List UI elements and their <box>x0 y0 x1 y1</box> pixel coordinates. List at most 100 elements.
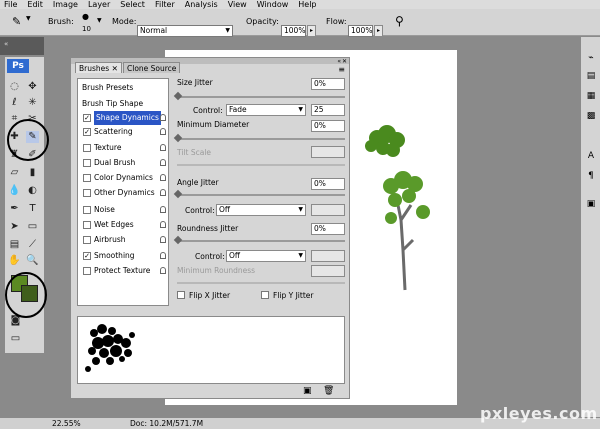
control-select-2-value: Off <box>219 205 231 214</box>
list-item-texture[interactable]: Texture <box>78 141 168 155</box>
minimum-diameter-field[interactable]: 0% <box>311 120 345 132</box>
paragraph-icon[interactable]: ¶ <box>584 169 598 183</box>
roundness-jitter-slider[interactable] <box>177 240 345 242</box>
angle-jitter-value: 0% <box>314 179 326 188</box>
list-item-brush-presets[interactable]: Brush Presets <box>78 81 168 95</box>
checkbox-icon[interactable] <box>83 206 91 214</box>
roundness-jitter-thumb[interactable] <box>173 235 183 245</box>
size-jitter-label: Size Jitter <box>177 78 213 87</box>
list-item-wet-edges[interactable]: Wet Edges <box>78 218 168 232</box>
checkbox-checked-icon[interactable]: ✓ <box>83 128 91 136</box>
list-item-label: Airbrush <box>94 235 126 244</box>
checkbox-icon[interactable] <box>83 174 91 182</box>
lock-icon[interactable] <box>160 252 166 259</box>
list-item-label: Color Dynamics <box>94 173 153 182</box>
size-jitter-value: 0% <box>314 79 326 88</box>
control-select-1-value: Fade <box>229 105 247 114</box>
checkbox-icon[interactable] <box>83 267 91 275</box>
dock-icon-2[interactable]: ▤ <box>584 69 598 83</box>
dock-icon-3[interactable]: ▦ <box>584 89 598 103</box>
roundness-jitter-field[interactable]: 0% <box>311 223 345 235</box>
minimum-roundness-field <box>311 265 345 277</box>
list-item-noise[interactable]: Noise <box>78 203 168 217</box>
tab-brushes-label: Brushes <box>79 64 110 73</box>
flip-x-checkbox[interactable] <box>177 291 185 299</box>
checkbox-icon[interactable] <box>83 189 91 197</box>
list-item-label: Wet Edges <box>94 220 134 229</box>
checkbox-icon[interactable] <box>83 159 91 167</box>
size-jitter-field[interactable]: 0% <box>311 78 345 90</box>
tab-brushes[interactable]: Brushes ✕ <box>75 62 122 73</box>
list-item-label: Scattering <box>94 127 133 136</box>
control-label-3: Control: <box>195 252 225 261</box>
lock-icon[interactable] <box>160 114 166 121</box>
list-item-scattering[interactable]: ✓ Scattering <box>78 125 168 139</box>
list-item-brush-tip-shape[interactable]: Brush Tip Shape <box>78 97 168 111</box>
list-item-label: Brush Presets <box>82 83 134 92</box>
brush-options-list: Brush Presets Brush Tip Shape ✓ Shape Dyn… <box>77 78 169 306</box>
list-item-airbrush[interactable]: Airbrush <box>78 233 168 247</box>
character-icon[interactable]: A <box>584 149 598 163</box>
list-item-label: Protect Texture <box>94 266 151 275</box>
trash-icon[interactable]: 🗑 <box>323 386 334 396</box>
minimum-diameter-thumb[interactable] <box>173 133 183 143</box>
tab-clone-source[interactable]: Clone Source <box>123 62 181 73</box>
control-2-field <box>311 204 345 216</box>
lock-icon[interactable] <box>160 159 166 166</box>
doc-size: Doc: 10.2M/571.7M <box>130 419 204 428</box>
lock-icon[interactable] <box>160 128 166 135</box>
tab-close-icon[interactable]: ✕ <box>112 64 118 73</box>
lock-icon[interactable] <box>160 174 166 181</box>
roundness-jitter-value: 0% <box>314 224 326 233</box>
angle-jitter-field[interactable]: 0% <box>311 178 345 190</box>
size-jitter-thumb[interactable] <box>173 91 183 101</box>
list-item-shape-dynamics[interactable]: ✓ Shape Dynamics <box>78 111 168 125</box>
new-preset-icon[interactable]: ▣ <box>303 386 312 396</box>
checkbox-checked-icon[interactable]: ✓ <box>83 114 91 122</box>
size-jitter-slider[interactable] <box>177 96 345 98</box>
tab-clone-source-label: Clone Source <box>127 64 177 73</box>
checkbox-icon[interactable] <box>83 144 91 152</box>
list-item-dual-brush[interactable]: Dual Brush <box>78 156 168 170</box>
checkbox-icon[interactable] <box>83 236 91 244</box>
control-select-3[interactable]: Off <box>226 250 306 262</box>
flip-y-label: Flip Y Jitter <box>273 291 314 300</box>
panel-close-icon[interactable]: ✕ <box>342 58 347 65</box>
control-select-1[interactable]: Fade <box>226 104 306 116</box>
control-3-field <box>311 250 345 262</box>
fade-steps-field[interactable]: 25 <box>311 104 345 116</box>
checkbox-icon[interactable] <box>83 221 91 229</box>
dock-icon-4[interactable]: ▩ <box>584 109 598 123</box>
angle-jitter-slider[interactable] <box>177 194 345 196</box>
minimum-diameter-label: Minimum Diameter <box>177 120 250 129</box>
minimum-roundness-label: Minimum Roundness <box>177 266 256 275</box>
minimum-roundness-slider <box>177 282 345 284</box>
watermark: pxleyes.com <box>480 404 598 423</box>
lock-icon[interactable] <box>160 144 166 151</box>
zoom-level[interactable]: 22.55% <box>52 419 81 428</box>
minimum-diameter-slider[interactable] <box>177 138 345 140</box>
dock-icon-5[interactable]: ▣ <box>584 197 598 211</box>
control-label-1: Control: <box>193 106 223 115</box>
right-dock: ⌁ ▤ ▦ ▩ A ¶ ▣ <box>580 37 600 429</box>
lock-icon[interactable] <box>160 267 166 274</box>
list-item-other-dynamics[interactable]: Other Dynamics <box>78 186 168 200</box>
list-item-label: Brush Tip Shape <box>82 99 144 108</box>
control-select-2[interactable]: Off <box>216 204 306 216</box>
list-item-color-dynamics[interactable]: Color Dynamics <box>78 171 168 185</box>
dock-icon-1[interactable]: ⌁ <box>584 51 598 65</box>
lock-icon[interactable] <box>160 236 166 243</box>
checkbox-checked-icon[interactable]: ✓ <box>83 252 91 260</box>
minimum-diameter-value: 0% <box>314 121 326 130</box>
panel-menu-icon[interactable]: ≡ <box>338 65 345 74</box>
flip-x-label: Flip X Jitter <box>189 291 231 300</box>
lock-icon[interactable] <box>160 206 166 213</box>
panel-collapse-icon[interactable]: « <box>337 58 341 65</box>
angle-jitter-thumb[interactable] <box>173 189 183 199</box>
angle-jitter-label: Angle Jitter <box>177 178 219 187</box>
lock-icon[interactable] <box>160 221 166 228</box>
lock-icon[interactable] <box>160 189 166 196</box>
list-item-protect-texture[interactable]: Protect Texture <box>78 264 168 278</box>
list-item-smoothing[interactable]: ✓ Smoothing <box>78 249 168 263</box>
flip-y-checkbox[interactable] <box>261 291 269 299</box>
